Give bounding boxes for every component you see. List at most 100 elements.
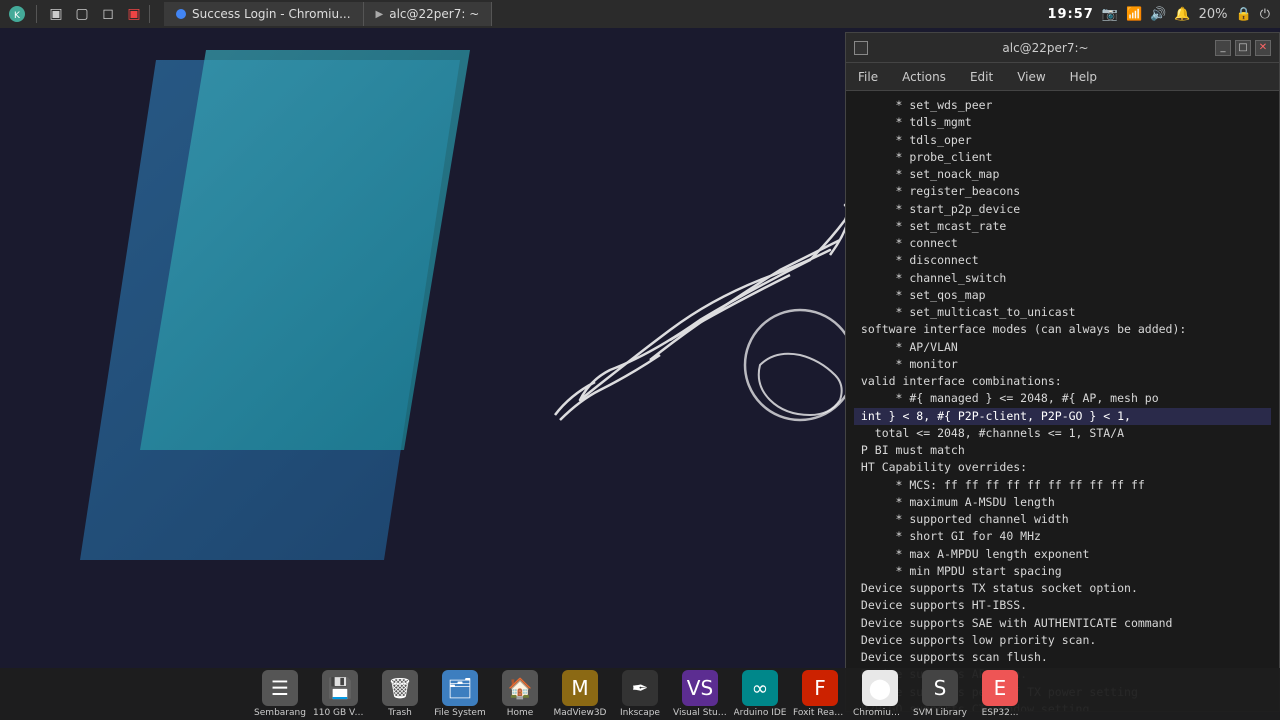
terminal-line: * set_noack_map: [854, 166, 1271, 183]
terminal-menu-view[interactable]: View: [1013, 68, 1049, 86]
tab-terminal-label: alc@22per7: ~: [389, 7, 479, 21]
taskbar-bottom-dock: ☰ Sembarang 💾 110 GB Volu... 🗑 Trash 🗂 File Sys…: [0, 668, 1280, 720]
tab-terminal[interactable]: ▶ alc@22per7: ~: [364, 2, 493, 26]
dock-label: Visual Studi...: [673, 708, 727, 718]
dock-label: 110 GB Volu...: [313, 708, 367, 718]
kali-menu-icon[interactable]: K: [6, 3, 28, 25]
dock-icon: M: [562, 670, 598, 706]
dock-item[interactable]: M MadView3D: [553, 670, 607, 718]
kali-logo: [500, 200, 850, 450]
terminal-line: * register_beacons: [854, 183, 1271, 200]
terminal-titlebar: alc@22per7:~ _ □ ✕: [846, 33, 1279, 63]
terminal-line: * AP/VLAN: [854, 339, 1271, 356]
dock-label: Sembarang: [254, 708, 306, 718]
taskbar-separator-1: [36, 5, 37, 23]
dock-item[interactable]: 💾 110 GB Volu...: [313, 670, 367, 718]
desktop: K ▣ ▢ ◻ ▣ Success Login - Chromiu... ▶ a…: [0, 0, 1280, 720]
dock-icon: VS: [682, 670, 718, 706]
terminal-line: P BI must match: [854, 442, 1271, 459]
terminal-close-button[interactable]: ✕: [1255, 40, 1271, 56]
terminal-title: alc@22per7:~: [876, 41, 1215, 55]
dock-label: SVM Library: [913, 708, 967, 718]
dock-label: Arduino IDE: [734, 708, 787, 718]
terminal-line: valid interface combinations:: [854, 373, 1271, 390]
terminal-line: * MCS: ff ff ff ff ff ff ff ff ff ff: [854, 477, 1271, 494]
terminal-tab-icon: ▶: [376, 9, 384, 20]
taskbar-tabs: Success Login - Chromiu... ▶ alc@22per7:…: [154, 2, 1047, 26]
dock-label: Home: [507, 708, 534, 718]
terminal-line: * set_multicast_to_unicast: [854, 304, 1271, 321]
dock-item[interactable]: 🗑 Trash: [373, 670, 427, 718]
terminal-window: alc@22per7:~ _ □ ✕ File Actions Edit Vie…: [845, 32, 1280, 712]
terminal-line: * set_wds_peer: [854, 97, 1271, 114]
taskbar-top: K ▣ ▢ ◻ ▣ Success Login - Chromiu... ▶ a…: [0, 0, 1280, 28]
dock-item[interactable]: 🏠Home: [493, 670, 547, 718]
dock-item[interactable]: S SVM Library: [913, 670, 967, 718]
terminal-content[interactable]: * set_wds_peer * tdls_mgmt * tdls_oper *…: [846, 91, 1279, 711]
dock-icon: ∞: [742, 670, 778, 706]
terminal-line: software interface modes (can always be …: [854, 321, 1271, 338]
dock-item[interactable]: VS Visual Studi...: [673, 670, 727, 718]
terminal-line: int } < 8, #{ P2P-client, P2P-GO } < 1,: [854, 408, 1271, 425]
terminal-checkbox[interactable]: [854, 41, 868, 55]
dock-item[interactable]: ☰ Sembarang: [253, 670, 307, 718]
dock-item[interactable]: 🗂 File System: [433, 670, 487, 718]
terminal-line: * start_p2p_device: [854, 201, 1271, 218]
dock-item[interactable]: ✒ Inkscape: [613, 670, 667, 718]
terminal-minimize-button[interactable]: _: [1215, 40, 1231, 56]
taskbar-right-tray: 19:57 📷 📶 🔊 🔔 20% 🔒 ⏻: [1047, 7, 1280, 22]
dock-icon: ⬤: [862, 670, 898, 706]
terminal-line: * min MPDU start spacing: [854, 563, 1271, 580]
terminal-line: Device supports HT-IBSS.: [854, 597, 1271, 614]
terminal-line: * short GI for 40 MHz: [854, 528, 1271, 545]
clock-display: 19:57: [1047, 7, 1093, 22]
terminal-line: * connect: [854, 235, 1271, 252]
dock-icon: 🗂: [442, 670, 478, 706]
terminal-line: * monitor: [854, 356, 1271, 373]
dock-label: Trash: [388, 708, 412, 718]
terminal-line: Device supports TX status socket option.: [854, 580, 1271, 597]
terminal-menu-file[interactable]: File: [854, 68, 882, 86]
dock-label: File System: [434, 708, 485, 718]
dock-item[interactable]: EESP32...: [973, 670, 1027, 718]
dock-label: Inkscape: [620, 708, 660, 718]
terminal-line: total <= 2048, #channels <= 1, STA/A: [854, 425, 1271, 442]
lock-icon: 🔒: [1236, 7, 1252, 22]
terminal-menu-actions[interactable]: Actions: [898, 68, 950, 86]
taskbar-separator-2: [149, 5, 150, 23]
battery-display: 20%: [1199, 7, 1228, 22]
tab-chromium[interactable]: Success Login - Chromiu...: [164, 2, 364, 26]
terminal-line: * supported channel width: [854, 511, 1271, 528]
dock-icon: 💾: [322, 670, 358, 706]
dock-icon: ✒: [622, 670, 658, 706]
dock-label: ESP32...: [982, 708, 1019, 718]
dock-label: Foxit Reader: [793, 708, 847, 718]
dock-icon: 🗑: [382, 670, 418, 706]
taskbar-left-icons: K ▣ ▢ ◻ ▣: [0, 3, 145, 25]
dock-item[interactable]: ∞ Arduino IDE: [733, 670, 787, 718]
terminal-menu-help[interactable]: Help: [1066, 68, 1101, 86]
taskbar-icon-3[interactable]: ◻: [97, 3, 119, 25]
taskbar-icon-2[interactable]: ▢: [71, 3, 93, 25]
dock-icon: S: [922, 670, 958, 706]
terminal-line: * set_qos_map: [854, 287, 1271, 304]
terminal-line: * tdls_mgmt: [854, 114, 1271, 131]
terminal-line: * channel_switch: [854, 270, 1271, 287]
dock-item[interactable]: F Foxit Reader: [793, 670, 847, 718]
taskbar-icon-1[interactable]: ▣: [45, 3, 67, 25]
dock-item[interactable]: ⬤ Chromium ...: [853, 670, 907, 718]
terminal-menu-edit[interactable]: Edit: [966, 68, 997, 86]
terminal-line: * maximum A-MSDU length: [854, 494, 1271, 511]
terminal-window-controls: _ □ ✕: [1215, 40, 1271, 56]
dock-label: MadView3D: [553, 708, 606, 718]
chromium-icon: [176, 9, 186, 19]
volume-icon: 🔊: [1150, 7, 1166, 22]
notification-icon: 🔔: [1174, 7, 1190, 22]
terminal-line: * probe_client: [854, 149, 1271, 166]
dock-label: Chromium ...: [853, 708, 907, 718]
terminal-maximize-button[interactable]: □: [1235, 40, 1251, 56]
terminal-line: * #{ managed } <= 2048, #{ AP, mesh po: [854, 390, 1271, 407]
dock-icon: F: [802, 670, 838, 706]
taskbar-icon-4[interactable]: ▣: [123, 3, 145, 25]
dock-icon: ☰: [262, 670, 298, 706]
